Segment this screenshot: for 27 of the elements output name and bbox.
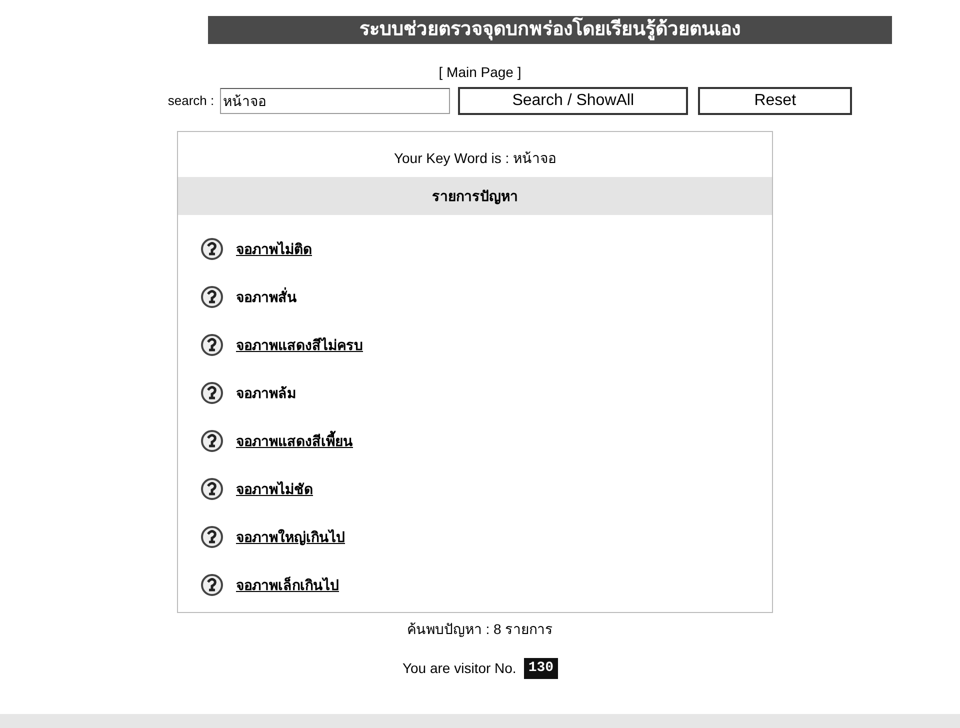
search-field[interactable]: หน้าจอ <box>220 88 450 114</box>
help-icon <box>200 381 224 405</box>
visitor-counter: 130 <box>524 658 558 679</box>
list-header-text: รายการปัญหา <box>432 186 518 206</box>
problem-text: จอภาพล้ม <box>236 384 296 402</box>
problem-link[interactable]: จอภาพแสดงสีไม่ครบ <box>236 334 363 356</box>
help-icon <box>200 333 224 357</box>
help-icon <box>200 429 224 453</box>
problem-text: จอภาพสั่น <box>236 286 297 306</box>
help-icon <box>200 525 224 549</box>
search-button[interactable]: Search / ShowAll <box>458 87 688 115</box>
problem-link[interactable]: จอภาพแสดงสีเพี้ยน <box>236 430 353 452</box>
problem-link[interactable]: จอภาพไม่ชัด <box>236 478 313 500</box>
problem-link[interactable]: จอภาพใหญ่เกินไป <box>236 526 345 548</box>
problem-link[interactable]: จอภาพเล็กเกินไป <box>236 574 339 596</box>
problem-link[interactable]: จอภาพไม่ติด <box>236 238 312 260</box>
help-icon <box>200 237 224 261</box>
keyword-text: Your Key Word is : หน้าจอ <box>392 149 558 168</box>
help-icon <box>200 477 224 501</box>
main-page-link[interactable]: [ Main Page ] <box>438 62 522 83</box>
visitor-label: You are visitor No. <box>402 659 516 678</box>
reset-button[interactable]: Reset <box>698 87 852 115</box>
help-icon <box>200 573 224 597</box>
search-label: search : <box>168 92 214 110</box>
help-icon <box>200 285 224 309</box>
result-count: ค้นพบปัญหา : 8 รายการ <box>406 620 554 639</box>
page-title: ระบบช่วยตรวจจุดบกพร่องโดยเรียนรู้ด้วยตนเอง <box>360 16 740 42</box>
